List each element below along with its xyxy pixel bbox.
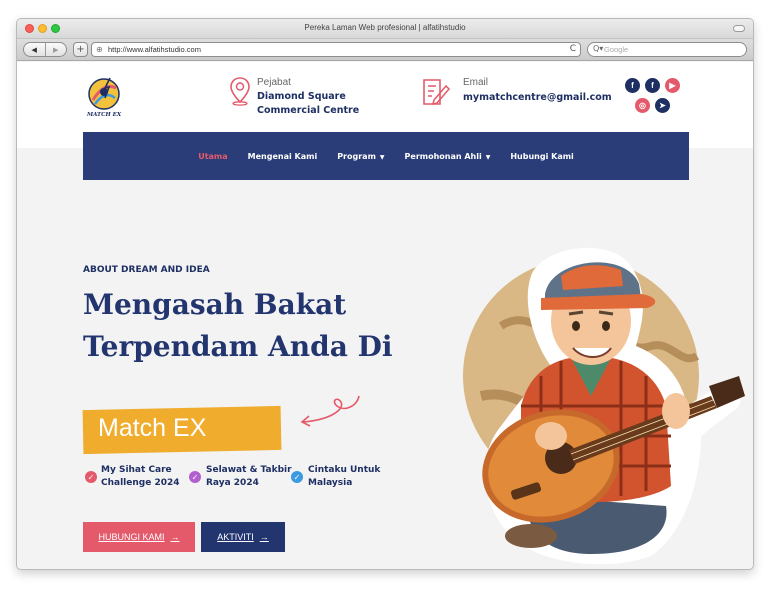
activity-button[interactable]: AKTIVITI → (201, 522, 285, 552)
instagram-icon[interactable]: ◎ (635, 98, 650, 113)
back-button[interactable]: ◀ (24, 43, 45, 56)
curved-arrow-icon (300, 395, 360, 427)
reload-button[interactable]: C (570, 44, 576, 54)
nav-item-label: Mengenai Kami (247, 151, 318, 161)
toolbar-toggle-button[interactable] (733, 25, 745, 32)
nav-item-permohonan-ahli[interactable]: Permohonan Ahli ▼ (405, 152, 491, 161)
search-field[interactable]: Q▾ Google (587, 42, 747, 57)
new-tab-button[interactable]: + (73, 42, 88, 57)
nav-item-label: Permohonan Ahli (404, 151, 482, 161)
email-address[interactable]: mymatchcentre@gmail.com (463, 91, 612, 105)
nav-item-program[interactable]: Program ▼ (337, 152, 384, 161)
feature-label: Selawat & Takbir Raya 2024 (206, 465, 292, 488)
activity-button-label: AKTIVITI (217, 532, 254, 542)
hero-headline: Mengasah Bakat Terpendam Anda Di (83, 288, 393, 363)
nav-item-mengenai-kami[interactable]: Mengenai Kami (248, 152, 318, 161)
hero-eyebrow: ABOUT DREAM AND IDEA (83, 265, 210, 275)
facebook-icon[interactable]: f (625, 78, 640, 93)
check-icon: ✓ (189, 471, 201, 483)
url-text: http://www.alfatihstudio.com (108, 45, 201, 54)
contact-button-label: HUBUNGI KAMI (98, 532, 165, 542)
main-navigation: Utama Mengenai Kami Program ▼ Permohonan … (83, 132, 689, 180)
office-address: Diamond Square Commercial Centre (257, 91, 360, 116)
office-label: Pejabat (257, 77, 291, 88)
arrow-right-icon: → (259, 532, 269, 542)
feature-label: Cintaku Untuk Malaysia (308, 465, 381, 488)
check-icon: ✓ (291, 471, 303, 483)
forward-button[interactable]: ▶ (44, 43, 67, 56)
logo-wordmark: MATCH EX (87, 112, 122, 118)
browser-toolbar: ◀ ▶ + ⊕ http://www.alfatihstudio.com C Q… (17, 39, 753, 61)
chevron-down-icon: ▼ (379, 153, 385, 161)
check-icon: ✓ (85, 471, 97, 483)
contact-button[interactable]: HUBUNGI KAMI → (83, 522, 195, 552)
nav-item-hubungi-kami[interactable]: Hubungi Kami (510, 152, 573, 161)
nav-item-label: Program (337, 151, 376, 161)
highlight-text: Match EX (98, 414, 207, 442)
youtube-icon[interactable]: ▶ (665, 78, 680, 93)
edit-document-icon (423, 79, 451, 106)
history-buttons: ◀ ▶ (23, 42, 67, 57)
nav-item-label: Utama (198, 151, 228, 161)
address-bar[interactable]: ⊕ http://www.alfatihstudio.com C (91, 42, 581, 57)
chevron-down-icon: ▼ (485, 153, 491, 161)
web-page: MATCH EX Pejabat Diamond Square Commerci… (17, 62, 753, 568)
nav-item-utama[interactable]: Utama (198, 152, 227, 161)
email-label: Email (463, 77, 489, 88)
facebook-icon[interactable]: f (645, 78, 660, 93)
arrow-right-icon: → (170, 532, 180, 542)
window-title: Pereka Laman Web profesional | alfatihst… (304, 23, 466, 32)
title-bar: Pereka Laman Web profesional | alfatihst… (17, 19, 753, 39)
nav-item-label: Hubungi Kami (510, 151, 574, 161)
globe-icon: ⊕ (96, 45, 103, 54)
map-pin-icon (230, 77, 250, 106)
search-placeholder: Google (604, 45, 629, 54)
browser-window: Pereka Laman Web profesional | alfatihst… (16, 18, 754, 570)
telegram-icon[interactable]: ➤ (655, 98, 670, 113)
guitar-boy-illustration (463, 247, 745, 565)
search-icon: Q▾ (593, 44, 604, 53)
feature-label: My Sihat Care Challenge 2024 (101, 465, 180, 488)
